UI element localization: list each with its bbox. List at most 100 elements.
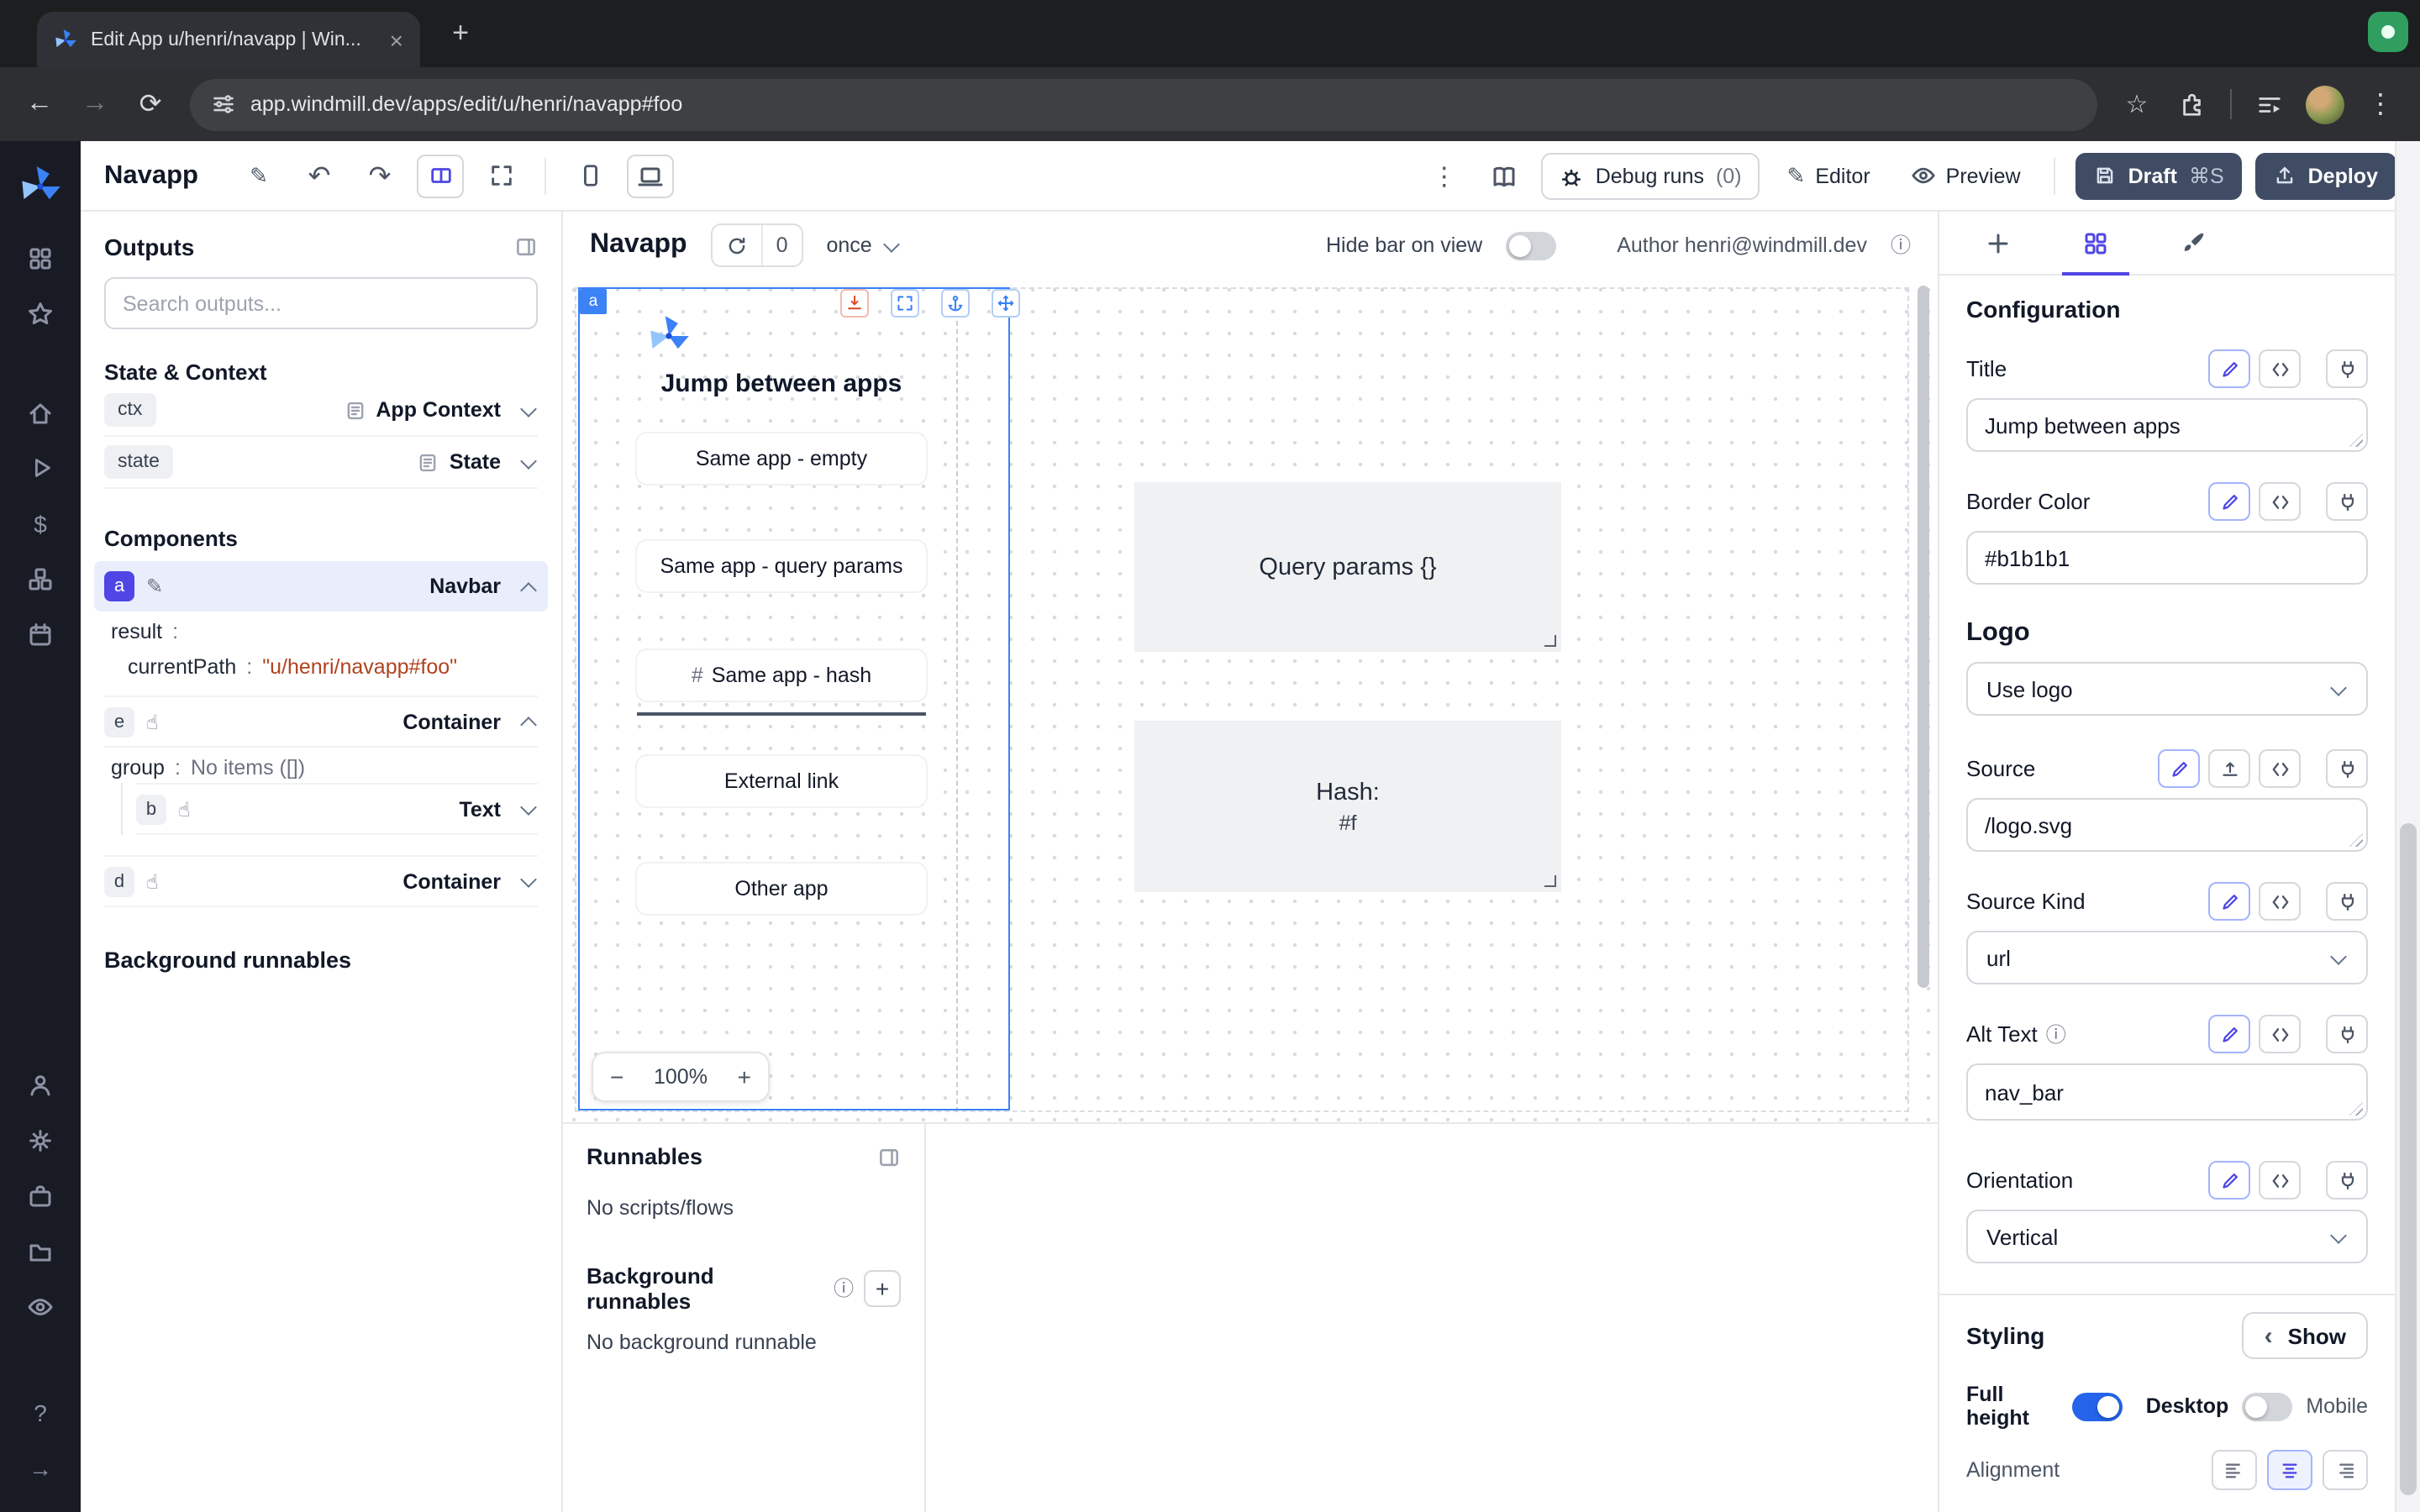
static-editor-pencil-button[interactable] xyxy=(2208,482,2250,521)
mobile-view-icon[interactable] xyxy=(566,154,613,197)
expression-code-button[interactable] xyxy=(2259,749,2301,788)
editor-mode-button[interactable]: ✎ Editor xyxy=(1774,162,1884,189)
connect-plug-button[interactable] xyxy=(2326,1161,2368,1200)
collapse-panel-icon[interactable] xyxy=(514,235,538,259)
connect-plug-button[interactable] xyxy=(2326,749,2368,788)
preview-mode-button[interactable]: Preview xyxy=(1897,163,2034,188)
nav-link-same-app-empty[interactable]: Same app - empty xyxy=(637,433,926,484)
align-right-button[interactable] xyxy=(2323,1450,2368,1490)
static-editor-pencil-button[interactable] xyxy=(2158,749,2200,788)
ctx-row[interactable]: ctx App Context xyxy=(104,385,538,437)
screen-share-badge[interactable] xyxy=(2368,12,2408,52)
app-canvas[interactable]: a Jump between apps Same app - empty Sam… xyxy=(563,279,1938,1122)
add-background-runnable-button[interactable]: + xyxy=(864,1270,901,1307)
info-icon[interactable]: ⓘ xyxy=(2046,1024,2066,1044)
favorites-star-icon[interactable] xyxy=(0,286,81,341)
zoom-out-button[interactable]: − xyxy=(610,1063,623,1090)
windmill-logo[interactable] xyxy=(0,158,81,213)
variables-dollar-icon[interactable]: $ xyxy=(0,496,81,551)
upload-button[interactable] xyxy=(2208,749,2250,788)
info-icon[interactable]: ⓘ xyxy=(1891,235,1911,255)
redo-button[interactable]: ↷ xyxy=(356,154,403,197)
browser-menu-icon[interactable]: ⋮ xyxy=(2354,78,2407,130)
logo-mode-select[interactable]: Use logo xyxy=(1966,662,2368,716)
edit-app-name-icon[interactable]: ✎ xyxy=(235,154,282,197)
reload-button[interactable]: ⟳ xyxy=(124,78,176,130)
profile-avatar[interactable] xyxy=(2306,85,2344,123)
static-editor-pencil-button[interactable] xyxy=(2208,1015,2250,1053)
expression-code-button[interactable] xyxy=(2259,1015,2301,1053)
hide-bar-toggle[interactable] xyxy=(1506,231,1556,260)
extensions-icon[interactable] xyxy=(2166,78,2218,130)
tab-close-icon[interactable]: × xyxy=(390,28,403,51)
currentpath-row[interactable]: currentPath : "u/henri/navapp#foo" xyxy=(104,647,538,682)
component-outline-toggle[interactable] xyxy=(417,154,464,197)
apps-grid-icon[interactable] xyxy=(0,230,81,286)
desktop-view-icon[interactable] xyxy=(627,154,674,197)
docs-book-icon[interactable] xyxy=(1481,154,1528,197)
resize-handle[interactable] xyxy=(1544,875,1556,887)
align-center-button[interactable] xyxy=(2267,1450,2312,1490)
tab-component-settings[interactable] xyxy=(2047,212,2144,274)
fullscreen-action[interactable] xyxy=(891,289,919,318)
move-action[interactable] xyxy=(992,289,1020,318)
expression-code-button[interactable] xyxy=(2259,1161,2301,1200)
deploy-button[interactable]: Deploy xyxy=(2256,152,2396,199)
window-scrollbar[interactable] xyxy=(2395,141,2420,1512)
zoom-in-button[interactable]: + xyxy=(738,1063,751,1090)
collapse-rail-icon[interactable]: → xyxy=(0,1440,81,1495)
refresh-group[interactable]: 0 xyxy=(711,223,803,267)
group-row[interactable]: group : No items ([]) xyxy=(104,748,538,783)
fullscreen-expand-icon[interactable] xyxy=(477,154,524,197)
refresh-icon[interactable] xyxy=(713,225,761,265)
audit-eye-icon[interactable] xyxy=(0,1278,81,1334)
resources-icon[interactable] xyxy=(0,551,81,606)
source-input[interactable] xyxy=(1966,798,2368,852)
forward-button[interactable]: → xyxy=(69,78,121,130)
show-styling-button[interactable]: ‹ Show xyxy=(2243,1312,2368,1359)
bookmark-star-icon[interactable]: ☆ xyxy=(2111,78,2163,130)
nav-link-query-params[interactable]: Same app - query params xyxy=(637,541,926,591)
full-height-toggle[interactable] xyxy=(2072,1392,2123,1420)
anchor-action[interactable] xyxy=(941,289,970,318)
tab-insert-component[interactable] xyxy=(1949,212,2047,274)
canvas-scrollbar[interactable] xyxy=(1918,286,1929,988)
source-kind-select[interactable]: url xyxy=(1966,931,2368,984)
help-icon[interactable]: ? xyxy=(0,1384,81,1440)
back-button[interactable]: ← xyxy=(13,78,66,130)
search-outputs-input[interactable] xyxy=(104,277,538,329)
component-row-container-d[interactable]: d ☝ Container xyxy=(104,855,538,907)
home-icon[interactable] xyxy=(0,385,81,440)
align-left-button[interactable] xyxy=(2212,1450,2257,1490)
title-input[interactable] xyxy=(1966,398,2368,452)
nav-link-same-app-hash[interactable]: # Same app - hash xyxy=(637,650,926,701)
component-row-navbar[interactable]: a ✎ Navbar xyxy=(94,561,548,612)
media-controls-icon[interactable] xyxy=(2244,78,2296,130)
draft-button[interactable]: Draft ⌘S xyxy=(2076,152,2243,199)
run-mode-select[interactable]: once xyxy=(827,234,901,257)
result-key-row[interactable]: result : xyxy=(104,612,538,647)
scrollbar-thumb[interactable] xyxy=(2400,823,2417,1495)
tab-global-styling[interactable] xyxy=(2144,212,2242,274)
debug-runs-button[interactable]: Debug runs (0) xyxy=(1542,152,1760,199)
nav-link-other-app[interactable]: Other app xyxy=(637,864,926,914)
static-editor-pencil-button[interactable] xyxy=(2208,882,2250,921)
url-bar[interactable]: app.windmill.dev/apps/edit/u/henri/navap… xyxy=(190,78,2097,130)
info-icon[interactable]: ⓘ xyxy=(834,1278,854,1299)
static-editor-pencil-button[interactable] xyxy=(2208,349,2250,388)
undo-button[interactable]: ↶ xyxy=(296,154,343,197)
connect-plug-button[interactable] xyxy=(2326,882,2368,921)
runs-play-icon[interactable] xyxy=(0,440,81,496)
connect-plug-button[interactable] xyxy=(2326,482,2368,521)
expand-down-action[interactable] xyxy=(840,289,869,318)
folders-icon[interactable] xyxy=(0,1223,81,1278)
component-row-text-b[interactable]: b ☝ Text xyxy=(136,783,538,835)
nav-link-external[interactable]: External link xyxy=(637,756,926,806)
browser-tab[interactable]: Edit App u/henri/navapp | Win... × xyxy=(37,12,420,67)
alt-text-input[interactable] xyxy=(1966,1063,2368,1121)
connect-plug-button[interactable] xyxy=(2326,1015,2368,1053)
static-editor-pencil-button[interactable] xyxy=(2208,1161,2250,1200)
component-row-container-e[interactable]: e ☝ Container xyxy=(104,696,538,748)
more-menu-icon[interactable]: ⋮ xyxy=(1421,154,1468,197)
border-color-input[interactable] xyxy=(1966,531,2368,585)
